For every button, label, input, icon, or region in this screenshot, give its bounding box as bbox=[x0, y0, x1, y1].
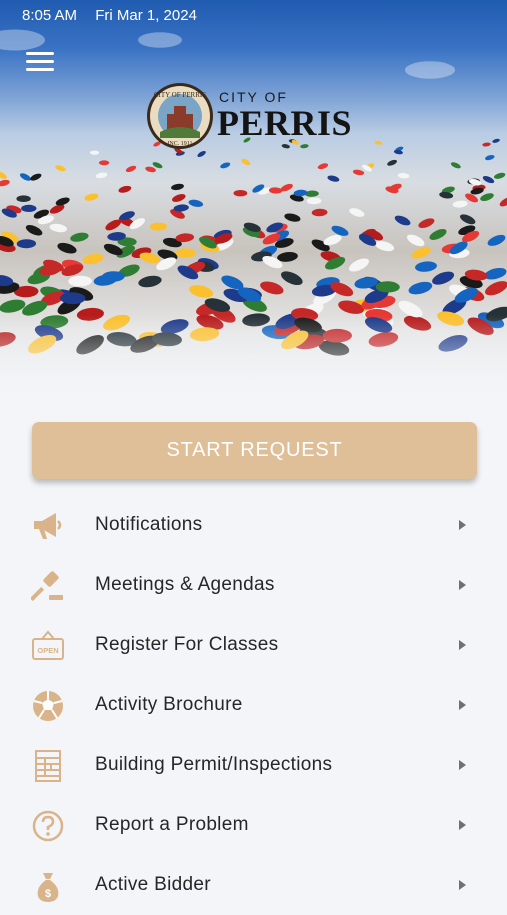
chevron-right-icon bbox=[459, 700, 466, 710]
menu-item-activity-brochure[interactable]: Activity Brochure bbox=[0, 675, 507, 735]
building-plan-icon bbox=[35, 750, 61, 782]
status-date: Fri Mar 1, 2024 bbox=[95, 7, 197, 24]
chevron-right-icon bbox=[459, 640, 466, 650]
start-request-button[interactable]: START REQUEST bbox=[32, 422, 477, 479]
main-menu: Notifications Meetings & Agendas OPEN Re… bbox=[0, 495, 507, 915]
open-sign-text: OPEN bbox=[37, 646, 58, 655]
menu-item-label: Activity Brochure bbox=[95, 694, 243, 715]
menu-item-building-permit[interactable]: Building Permit/Inspections bbox=[0, 735, 507, 795]
gavel-icon bbox=[31, 571, 63, 602]
menu-item-label: Register For Classes bbox=[95, 634, 279, 655]
menu-item-label: Report a Problem bbox=[95, 814, 249, 835]
money-bag-icon: $ bbox=[37, 873, 59, 902]
menu-item-register-for-classes[interactable]: OPEN Register For Classes bbox=[0, 615, 507, 675]
menu-item-active-bidder[interactable]: $ Active Bidder bbox=[0, 855, 507, 915]
megaphone-icon bbox=[34, 513, 62, 539]
status-time: 8:05 AM bbox=[22, 7, 78, 24]
chevron-right-icon bbox=[459, 880, 466, 890]
menu-item-label: Active Bidder bbox=[95, 874, 211, 895]
menu-item-label: Meetings & Agendas bbox=[95, 574, 275, 595]
svg-text:$: $ bbox=[45, 888, 51, 900]
menu-item-label: Building Permit/Inspections bbox=[95, 754, 333, 775]
seal-bottom-text: INC. 1911 bbox=[167, 141, 192, 147]
soccer-ball-icon bbox=[33, 691, 63, 721]
chevron-right-icon bbox=[459, 520, 466, 530]
chevron-right-icon bbox=[459, 760, 466, 770]
hero-banner bbox=[0, 0, 507, 405]
menu-item-report-problem[interactable]: Report a Problem bbox=[0, 795, 507, 855]
hamburger-icon[interactable] bbox=[26, 52, 54, 74]
city-seal-icon: CITY OF PERRIS INC. 1911 bbox=[147, 83, 213, 149]
seal-top-text: CITY OF PERRIS bbox=[154, 91, 206, 99]
logo-city-name: PERRIS bbox=[217, 103, 353, 143]
status-bar: 8:05 AM Fri Mar 1, 2024 bbox=[22, 7, 211, 24]
chevron-right-icon bbox=[459, 580, 466, 590]
menu-item-label: Notifications bbox=[95, 514, 203, 535]
open-sign-icon: OPEN bbox=[32, 630, 64, 660]
city-logo: CITY OF PERRIS INC. 1911 CITY OF PERRIS bbox=[146, 82, 366, 154]
menu-item-meetings-agendas[interactable]: Meetings & Agendas bbox=[0, 555, 507, 615]
chevron-right-icon bbox=[459, 820, 466, 830]
question-circle-icon bbox=[32, 810, 64, 842]
menu-item-notifications[interactable]: Notifications bbox=[0, 495, 507, 555]
